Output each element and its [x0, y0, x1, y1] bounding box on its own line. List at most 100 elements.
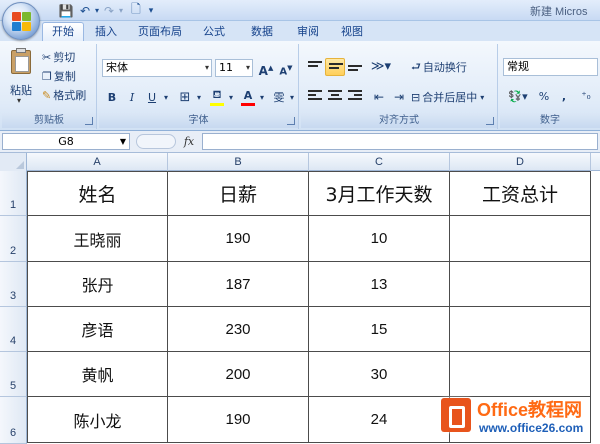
wrap-text-button[interactable]: ⮐ 自动换行 — [411, 58, 467, 76]
decrease-indent-icon[interactable]: ⇤ — [369, 88, 389, 106]
number-format-select[interactable]: 常规 — [503, 58, 598, 76]
grow-font-button[interactable]: A▲ — [256, 59, 276, 78]
table-cell[interactable]: 230 — [168, 307, 309, 352]
row-header-3[interactable]: 3 — [0, 262, 27, 307]
office-logo-icon — [441, 398, 471, 432]
font-size-select[interactable]: 11 ▾ — [215, 59, 253, 77]
table-cell[interactable] — [450, 262, 591, 307]
tab-data[interactable]: 数据 — [244, 24, 280, 41]
column-header-e[interactable] — [591, 153, 600, 171]
row-header-2[interactable]: 2 — [0, 216, 27, 262]
header-cell-daily-wage[interactable]: 日薪 — [168, 171, 309, 216]
row-header-1[interactable]: 1 — [0, 171, 27, 216]
format-painter-label: 格式刷 — [53, 89, 87, 102]
name-box[interactable]: G8 ▼ — [2, 133, 130, 150]
table-cell[interactable]: 190 — [168, 216, 309, 262]
undo-dropdown-icon[interactable]: ▾ — [93, 2, 101, 19]
shrink-font-button[interactable]: A▼ — [276, 59, 296, 77]
increase-decimal-icon[interactable]: ⁺₀ — [576, 88, 596, 106]
align-center-icon[interactable] — [325, 88, 345, 106]
fill-color-icon[interactable]: ⛾ — [207, 89, 227, 107]
font-color-button[interactable]: A — [238, 89, 258, 107]
table-cell[interactable] — [450, 352, 591, 397]
tab-view[interactable]: 视图 — [334, 24, 370, 41]
row-header-4[interactable]: 4 — [0, 307, 27, 352]
orientation-icon[interactable]: ≫▾ — [367, 58, 395, 76]
column-header-c[interactable]: C — [309, 153, 450, 171]
font-dialog-launcher-icon[interactable] — [287, 117, 295, 125]
align-top-icon[interactable] — [305, 58, 325, 76]
bold-button[interactable]: B — [102, 89, 122, 107]
formula-bar-splitter[interactable] — [136, 134, 176, 149]
redo-dropdown-icon[interactable]: ▾ — [117, 2, 125, 19]
row-header-5[interactable]: 5 — [0, 352, 27, 397]
comma-style-button[interactable]: , — [554, 88, 574, 106]
customize-quick-access-icon[interactable]: ▾ — [146, 2, 156, 19]
table-cell[interactable] — [450, 216, 591, 262]
table-cell[interactable]: 190 — [168, 397, 309, 443]
table-cell[interactable]: 200 — [168, 352, 309, 397]
merge-center-button[interactable]: ⊟ 合并后居中 ▾ — [411, 88, 484, 106]
tab-formulas[interactable]: 公式 — [196, 24, 232, 41]
header-cell-name[interactable]: 姓名 — [27, 171, 168, 216]
increase-indent-icon[interactable]: ⇥ — [389, 88, 409, 106]
formula-input[interactable] — [202, 133, 598, 150]
table-cell[interactable]: 15 — [309, 307, 450, 352]
table-cell[interactable]: 黄帆 — [27, 352, 168, 397]
tab-insert[interactable]: 插入 — [86, 24, 126, 41]
font-name-value: 宋体 — [106, 61, 128, 74]
copy-button[interactable]: ❐ 复制 — [42, 67, 76, 85]
paste-button[interactable]: 粘贴 ▾ — [6, 48, 36, 108]
format-painter-button[interactable]: ✎ 格式刷 — [42, 86, 86, 104]
tab-home[interactable]: 开始 — [42, 22, 84, 42]
column-header-b[interactable]: B — [168, 153, 309, 171]
align-bottom-icon[interactable] — [345, 58, 365, 76]
office-button[interactable] — [2, 2, 40, 40]
table-cell[interactable]: 10 — [309, 216, 450, 262]
header-cell-total-pay[interactable]: 工资总计 — [450, 171, 591, 216]
print-preview-icon[interactable]: 🗋 — [128, 2, 144, 19]
table-cell[interactable]: 13 — [309, 262, 450, 307]
percent-style-button[interactable]: % — [534, 88, 554, 106]
table-cell[interactable]: 王晓丽 — [27, 216, 168, 262]
tab-page-layout[interactable]: 页面布局 — [130, 24, 190, 41]
copy-label: 复制 — [53, 70, 76, 83]
table-cell[interactable]: 187 — [168, 262, 309, 307]
merge-center-label: 合并后居中 — [422, 91, 478, 104]
table-cell[interactable]: 张丹 — [27, 262, 168, 307]
fill-color-dropdown-icon[interactable]: ▾ — [226, 89, 236, 107]
row-header-6[interactable]: 6 — [0, 397, 27, 444]
accounting-format-icon[interactable]: 💱▾ — [504, 88, 532, 106]
font-name-select[interactable]: 宋体 ▾ — [102, 59, 212, 77]
font-color-dropdown-icon[interactable]: ▾ — [257, 89, 267, 107]
clipboard-dialog-launcher-icon[interactable] — [85, 117, 93, 125]
borders-icon[interactable]: ⊞ — [175, 89, 195, 107]
phonetic-guide-button[interactable]: 雯 — [269, 89, 289, 107]
column-header-a[interactable]: A — [27, 153, 168, 171]
table-cell[interactable]: 彦语 — [27, 307, 168, 352]
select-all-button[interactable] — [0, 153, 27, 171]
underline-button[interactable]: U — [142, 89, 162, 107]
italic-button[interactable]: I — [122, 89, 142, 107]
table-cell[interactable]: 30 — [309, 352, 450, 397]
save-icon[interactable]: 💾 — [58, 2, 74, 19]
table-cell[interactable] — [450, 307, 591, 352]
underline-dropdown-icon[interactable]: ▾ — [161, 89, 171, 107]
redo-icon[interactable]: ↷ — [102, 2, 116, 19]
phonetic-dropdown-icon[interactable]: ▾ — [287, 89, 297, 107]
header-cell-work-days[interactable]: 3月工作天数 — [309, 171, 450, 216]
align-middle-icon[interactable] — [325, 58, 345, 76]
insert-function-button[interactable]: fx — [178, 133, 200, 150]
ribbon-tab-bar: 开始 插入 页面布局 公式 数据 审阅 视图 — [0, 21, 600, 42]
tab-review[interactable]: 审阅 — [290, 24, 326, 41]
cut-button[interactable]: ✂ 剪切 — [42, 48, 75, 66]
watermark-title: Office教程网 — [477, 400, 583, 420]
table-cell[interactable]: 陈小龙 — [27, 397, 168, 443]
table-cell[interactable]: 24 — [309, 397, 450, 443]
borders-dropdown-icon[interactable]: ▾ — [194, 89, 204, 107]
column-header-d[interactable]: D — [450, 153, 591, 171]
undo-icon[interactable]: ↶ — [78, 2, 92, 19]
align-right-icon[interactable] — [345, 88, 365, 106]
align-left-icon[interactable] — [305, 88, 325, 106]
alignment-dialog-launcher-icon[interactable] — [486, 117, 494, 125]
